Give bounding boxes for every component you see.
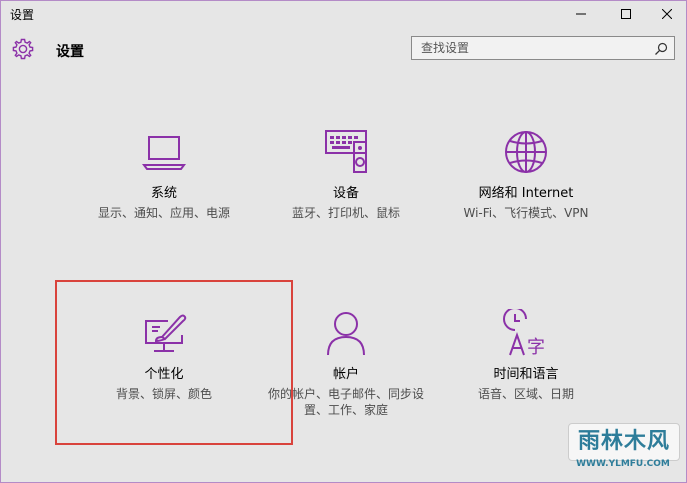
close-icon [661,4,673,23]
watermark-logo: 雨林木风 WWW.YLMFU.COM [558,419,682,477]
maximize-button[interactable] [603,1,649,25]
watermark-url: WWW.YLMFU.COM [576,459,670,469]
title-bar[interactable]: 设置 [1,1,686,25]
globe-icon [431,128,621,176]
category-time-language[interactable]: 字 时间和语言 语音、区域、日期 [431,309,621,402]
category-network[interactable]: 网络和 Internet Wi-Fi、飞行模式、VPN [431,128,621,221]
page-title: 设置 [56,44,84,60]
search-input[interactable] [412,37,651,59]
category-name: 网络和 Internet [478,186,574,201]
category-description: 蓝牙、打印机、鼠标 [291,206,400,220]
time-language-icon: 字 [431,309,621,357]
settings-header: 设置 [1,25,686,75]
minimize-button[interactable] [558,1,604,25]
category-system[interactable]: 系统 显示、通知、应用、电源 [69,128,259,221]
category-description: 显示、通知、应用、电源 [97,206,230,220]
search-icon[interactable] [654,41,668,60]
highlight-box [55,280,293,445]
category-name: 设备 [332,186,359,201]
category-name: 系统 [150,186,177,201]
window-title: 设置 [10,8,35,22]
close-button[interactable] [644,1,687,25]
watermark-text: 雨林木风 [568,423,680,461]
category-devices[interactable]: 设备 蓝牙、打印机、鼠标 [251,128,441,221]
maximize-icon [621,4,631,23]
svg-text:字: 字 [527,337,545,357]
category-description: Wi-Fi、飞行模式、VPN [463,206,589,220]
settings-window: 设置 设置 查找设置 系统 显示、通知、应用、电源 设备 蓝牙、打印机、鼠标 网… [0,0,687,483]
gear-icon [11,37,35,61]
category-description: 语音、区域、日期 [477,387,574,401]
search-box[interactable] [411,36,675,60]
devices-icon [251,128,441,176]
laptop-icon [69,128,259,176]
category-name: 时间和语言 [493,367,559,382]
minimize-icon [576,4,586,23]
